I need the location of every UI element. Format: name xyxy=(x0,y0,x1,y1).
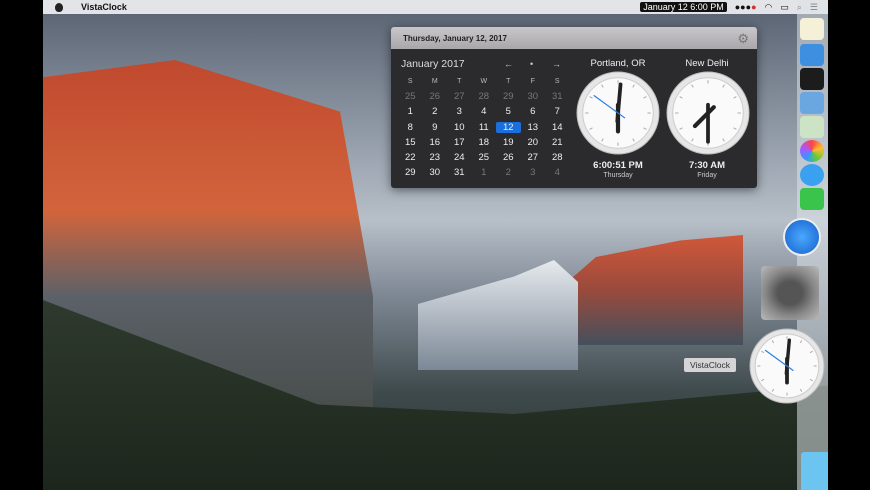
calendar-day-selected[interactable]: 12 xyxy=(496,121,521,133)
photos-icon[interactable] xyxy=(800,140,824,162)
calendar-day[interactable]: 27 xyxy=(521,152,546,163)
calendar-day[interactable]: 30 xyxy=(521,91,546,102)
app-store-icon[interactable] xyxy=(783,218,821,256)
calendar-day[interactable]: 31 xyxy=(447,167,472,178)
weekday-header: W xyxy=(480,78,488,86)
header-date: Thursday, January 12, 2017 xyxy=(403,33,507,43)
calendar-day[interactable]: 4 xyxy=(472,106,497,117)
analog-clock-portland xyxy=(576,71,660,155)
calendar-day[interactable]: 28 xyxy=(472,91,497,102)
calendar-day[interactable]: 29 xyxy=(496,91,521,102)
calendar-day[interactable]: 3 xyxy=(447,106,472,117)
vistaclock-popover: Thursday, January 12, 2017 ⚙ January 201… xyxy=(391,27,757,188)
calendar-day[interactable]: 18 xyxy=(472,137,497,148)
prev-month-button[interactable]: ← xyxy=(504,59,513,69)
dock xyxy=(749,0,828,490)
xcode-icon[interactable] xyxy=(800,44,824,66)
maps-icon[interactable] xyxy=(800,116,824,138)
calendar-day[interactable]: 2 xyxy=(496,167,521,178)
calendar-day[interactable]: 25 xyxy=(472,152,497,163)
calendar-day[interactable]: 1 xyxy=(398,106,423,117)
calendar-day[interactable]: 9 xyxy=(423,122,448,133)
clock-city: Portland, OR xyxy=(590,58,646,69)
month-title: January 2017 xyxy=(401,58,465,70)
calendar-day[interactable]: 21 xyxy=(545,137,570,148)
weekday-header: T xyxy=(506,78,511,86)
calendar-day[interactable]: 3 xyxy=(521,167,546,178)
gear-icon[interactable]: ⚙ xyxy=(737,31,749,47)
calendar-day[interactable]: 17 xyxy=(447,137,472,148)
clock-day: Friday xyxy=(697,172,717,179)
downloads-folder-icon[interactable] xyxy=(801,452,828,490)
clock-city: New Delhi xyxy=(685,58,729,69)
wifi-icon[interactable]: ◠ xyxy=(765,2,773,13)
calendar-day[interactable]: 8 xyxy=(398,122,423,133)
calendar-day[interactable]: 26 xyxy=(423,91,448,102)
vistaclock-dock-icon[interactable] xyxy=(749,328,825,404)
calendar-day[interactable]: 5 xyxy=(496,106,521,117)
calendar-day[interactable]: 23 xyxy=(423,152,448,163)
calendar-day[interactable]: 11 xyxy=(472,122,497,133)
analog-clock-new-delhi xyxy=(666,71,750,155)
calendar-day[interactable]: 10 xyxy=(447,122,472,133)
today-button[interactable]: • xyxy=(530,59,533,69)
clock-day: Thursday xyxy=(603,172,633,179)
calendar-day[interactable]: 25 xyxy=(398,91,423,102)
calendar-grid: S M T W T F S 25 26 27 28 29 30 31 1 2 3 4 5 6 7 8 9 10 11 12 13 14… xyxy=(398,74,570,180)
terminal-icon[interactable] xyxy=(800,68,824,90)
calendar-day[interactable]: 20 xyxy=(521,137,546,148)
next-month-button[interactable]: → xyxy=(552,59,561,69)
apple-menu-icon[interactable] xyxy=(55,2,63,12)
menubar-clock[interactable]: January 12 6:00 PM xyxy=(640,2,727,12)
messages-icon[interactable] xyxy=(800,164,824,186)
weekday-header: T xyxy=(457,78,462,86)
quicktime-icon[interactable] xyxy=(800,92,824,114)
calendar-day[interactable]: 19 xyxy=(496,137,521,148)
weekday-header: F xyxy=(530,78,535,86)
system-preferences-icon[interactable] xyxy=(761,266,819,320)
notes-icon[interactable] xyxy=(800,18,824,40)
calendar-day[interactable]: 31 xyxy=(545,91,570,102)
calendar-day[interactable]: 24 xyxy=(447,152,472,163)
weekday-header: S xyxy=(407,78,413,86)
calendar-day[interactable]: 14 xyxy=(545,122,570,133)
calendar-day[interactable]: 29 xyxy=(398,167,423,178)
calendar-day[interactable]: 30 xyxy=(423,167,448,178)
calendar-day[interactable]: 4 xyxy=(545,167,570,178)
app-menu[interactable]: VistaClock xyxy=(81,2,127,12)
calendar-day[interactable]: 28 xyxy=(545,152,570,163)
calendar-day[interactable]: 13 xyxy=(521,122,546,133)
weekday-header: M xyxy=(431,78,438,86)
calendar-day[interactable]: 27 xyxy=(447,91,472,102)
calendar-day[interactable]: 22 xyxy=(398,152,423,163)
desktop: VistaClock January 12 6:00 PM ●●●● ◠ ▭ ⌕… xyxy=(43,0,828,490)
calendar-day[interactable]: 1 xyxy=(472,167,497,178)
weekday-header: S xyxy=(554,78,560,86)
clock-time: 7:30 AM xyxy=(688,160,726,171)
menu-bar: VistaClock January 12 6:00 PM ●●●● ◠ ▭ ⌕… xyxy=(43,0,828,14)
calendar-day[interactable]: 26 xyxy=(496,152,521,163)
calendar-day[interactable]: 2 xyxy=(423,106,448,117)
battery-icon[interactable]: ▭ xyxy=(780,2,789,13)
calendar-day[interactable]: 7 xyxy=(545,106,570,117)
calendar-day[interactable]: 6 xyxy=(521,106,546,117)
calendar-day[interactable]: 16 xyxy=(423,137,448,148)
clock-time: 6:00:51 PM xyxy=(593,160,643,171)
calendar-day[interactable]: 15 xyxy=(398,137,423,148)
status-icons[interactable]: ●●●● xyxy=(735,2,757,12)
dock-tooltip: VistaClock xyxy=(684,358,736,372)
facetime-icon[interactable] xyxy=(800,188,824,210)
wallpaper-halfdome xyxy=(418,260,578,370)
